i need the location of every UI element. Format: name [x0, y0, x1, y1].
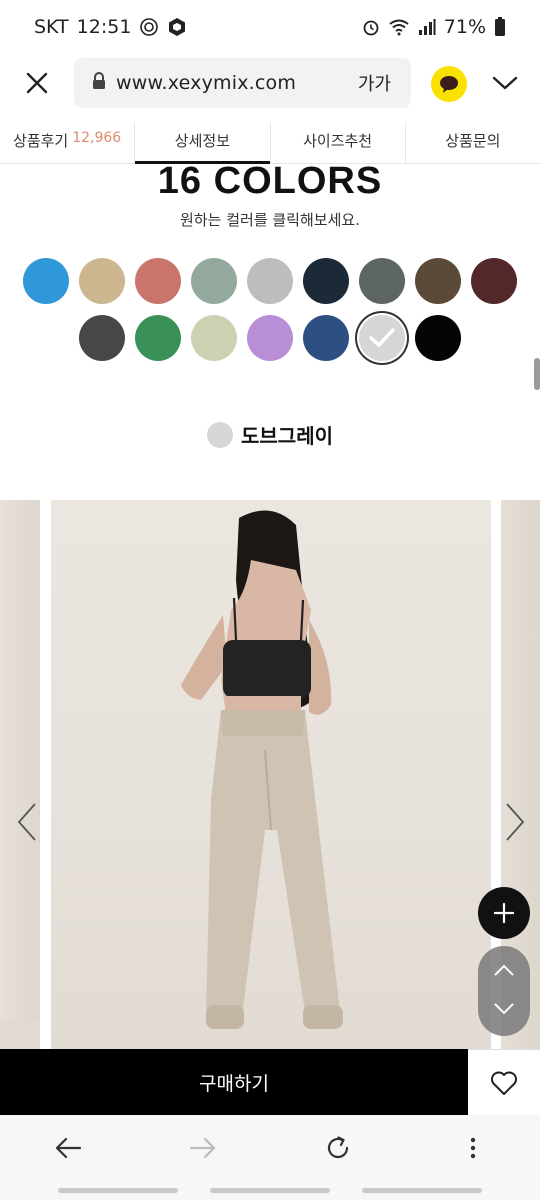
gesture-navigation-bar: [0, 1180, 540, 1200]
tab-label: 상품문의: [445, 132, 501, 150]
colors-title: 16 COLORS: [157, 160, 383, 202]
text-size-button[interactable]: 가가: [358, 70, 391, 96]
color-swatch[interactable]: [79, 315, 125, 361]
alarm-icon: [362, 18, 380, 36]
address-bar[interactable]: www.xexymix.com 가가: [74, 58, 411, 108]
color-swatch[interactable]: [359, 258, 405, 304]
chevron-up-icon: [494, 964, 514, 976]
forward-button[interactable]: [181, 1126, 225, 1170]
tab-label: 사이즈추천: [303, 132, 373, 150]
previous-slide-image: [0, 500, 40, 1050]
browser-toolbar: www.xexymix.com 가가: [0, 54, 540, 112]
selected-color-name: 도브그레이: [241, 424, 333, 448]
color-swatch[interactable]: [23, 258, 69, 304]
reload-button[interactable]: [316, 1126, 360, 1170]
close-icon: [26, 72, 48, 94]
review-count: 12,966: [72, 130, 122, 146]
scroll-control: [478, 946, 530, 1036]
gesture-handle[interactable]: [58, 1187, 178, 1193]
browser-navigation-bar: [0, 1115, 540, 1180]
expand-toolbar-button[interactable]: [488, 66, 522, 100]
battery-percent: 71%: [443, 16, 486, 38]
plus-icon: [493, 902, 515, 924]
carrier-label: SKT: [34, 16, 69, 38]
chat-bubble-icon: [440, 76, 458, 93]
purchase-bar: 구매하기: [0, 1049, 540, 1115]
carousel-next-button[interactable]: [500, 800, 530, 844]
color-swatch[interactable]: [303, 315, 349, 361]
check-icon: [369, 328, 395, 347]
scroll-bottom-button[interactable]: [493, 1001, 515, 1020]
wifi-icon: [388, 18, 410, 36]
more-options-button[interactable]: [451, 1126, 495, 1170]
gesture-handle[interactable]: [362, 1187, 482, 1193]
color-swatch[interactable]: [415, 258, 461, 304]
selected-color-dot: [207, 421, 233, 448]
model-figure-image: [181, 510, 343, 1029]
color-swatch[interactable]: [303, 258, 349, 304]
status-bar: SKT 12:51 71%: [0, 0, 540, 54]
gesture-handle[interactable]: [210, 1187, 330, 1193]
swatch-row: [0, 315, 540, 361]
product-photo: [51, 500, 491, 1050]
carousel-prev-button[interactable]: [12, 800, 42, 844]
color-swatch[interactable]: [79, 258, 125, 304]
buy-button[interactable]: 구매하기: [0, 1049, 468, 1115]
tab-inquiry[interactable]: 상품문의: [406, 122, 540, 163]
more-vertical-icon: [470, 1137, 475, 1158]
reload-icon: [327, 1135, 348, 1158]
battery-icon: [494, 17, 506, 37]
tab-size-recommend[interactable]: 사이즈추천: [271, 122, 406, 163]
clock-label: 12:51: [76, 16, 132, 38]
chevron-right-icon: [506, 803, 525, 841]
color-swatch[interactable]: [191, 258, 237, 304]
colors-subtitle: 원하는 컬러를 클릭해보세요.: [180, 211, 360, 229]
selected-color: 도브그레이: [0, 420, 540, 449]
tab-reviews[interactable]: 상품후기 12,966: [0, 122, 136, 163]
tab-details[interactable]: 상세정보: [135, 122, 271, 164]
arrow-left-icon: [55, 1137, 81, 1158]
tab-label: 상품후기: [13, 132, 69, 150]
product-image-carousel[interactable]: [0, 500, 540, 1050]
color-swatch[interactable]: [415, 315, 461, 361]
wishlist-button[interactable]: [468, 1049, 540, 1115]
chevron-down-icon: [492, 76, 518, 90]
page-scrollbar[interactable]: [534, 358, 540, 390]
status-left: SKT 12:51: [34, 16, 187, 38]
color-swatch[interactable]: [247, 315, 293, 361]
chevron-left-icon: [17, 803, 36, 841]
arrow-right-icon: [189, 1137, 215, 1158]
tab-label: 상세정보: [174, 132, 230, 150]
color-swatches: [0, 258, 540, 372]
app-notification-icon: [167, 17, 187, 37]
lock-icon: [92, 72, 106, 94]
swatch-row: [0, 258, 540, 304]
back-button[interactable]: [46, 1126, 90, 1170]
color-swatch-selected[interactable]: [359, 315, 405, 361]
chevron-down-icon: [494, 1003, 514, 1015]
app-root: SKT 12:51 71% www.xexymix.com 가가 상품후기 12…: [0, 0, 540, 1200]
color-swatch[interactable]: [191, 315, 237, 361]
url-text: www.xexymix.com: [116, 72, 297, 94]
color-swatch[interactable]: [135, 258, 181, 304]
color-swatch[interactable]: [471, 258, 517, 304]
signal-icon: [418, 18, 436, 36]
nfc-icon: [139, 17, 159, 37]
scroll-top-button[interactable]: [493, 962, 515, 981]
close-button[interactable]: [20, 66, 54, 100]
status-right: 71%: [362, 16, 506, 38]
product-tabs: 상품후기 12,966 상세정보 사이즈추천 상품문의: [0, 122, 540, 164]
heart-icon: [491, 1071, 517, 1095]
kakaotalk-button[interactable]: [431, 66, 467, 102]
color-swatch[interactable]: [135, 315, 181, 361]
expand-menu-button[interactable]: [478, 887, 530, 939]
color-swatch[interactable]: [247, 258, 293, 304]
